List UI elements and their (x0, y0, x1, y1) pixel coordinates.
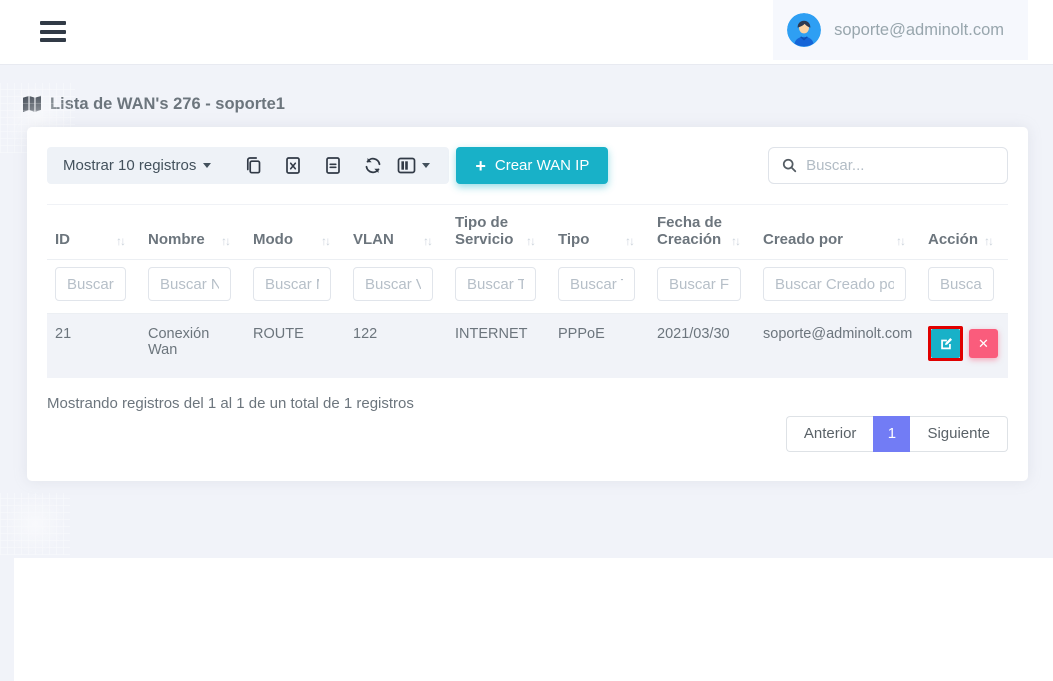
map-icon (22, 94, 42, 114)
left-edge-decoration (0, 558, 14, 681)
filter-input-accion[interactable] (928, 267, 994, 301)
filter-input-tipo[interactable] (558, 267, 635, 301)
chevron-down-icon (203, 163, 211, 168)
page-header: Lista de WAN's 276 - soporte1 (0, 65, 1053, 114)
columns-icon (397, 157, 416, 174)
cell-modo: ROUTE (245, 314, 345, 378)
table-row: 21 Conexión Wan ROUTE 122 INTERNET PPPoE… (47, 314, 1008, 378)
sort-icon[interactable]: ↑↓ (896, 234, 914, 248)
column-header-fecha-creacion[interactable]: Fecha de Creación↑↓ (649, 205, 755, 260)
cell-creado-por: soporte@adminolt.com (755, 314, 920, 378)
global-search (768, 147, 1008, 184)
sort-icon[interactable]: ↑↓ (321, 234, 339, 248)
column-header-nombre[interactable]: Nombre↑↓ (140, 205, 245, 260)
create-wan-ip-label: Crear WAN IP (495, 157, 589, 174)
cell-tipo-servicio: INTERNET (447, 314, 550, 378)
x-icon: ✕ (978, 336, 989, 352)
filter-input-creado-por[interactable] (763, 267, 906, 301)
table-toolbar: Mostrar 10 registros (47, 147, 1008, 184)
sort-icon[interactable]: ↑↓ (625, 234, 643, 248)
topbar: soporte@adminolt.com (0, 0, 1053, 65)
create-wan-ip-button[interactable]: + Crear WAN IP (456, 147, 608, 184)
filter-row (47, 260, 1008, 314)
cell-vlan: 122 (345, 314, 447, 378)
cell-tipo: PPPoE (550, 314, 649, 378)
edit-pencil-icon (939, 337, 953, 351)
column-header-id[interactable]: ID↑↓ (47, 205, 140, 260)
click-highlight-box (928, 326, 963, 361)
file-icon (324, 156, 342, 175)
column-header-accion[interactable]: Acción↑↓ (920, 205, 1008, 260)
background-sparkle-decoration (0, 493, 70, 555)
records-info: Mostrando registros del 1 al 1 de un tot… (47, 395, 414, 412)
search-icon (782, 157, 797, 174)
sort-icon[interactable]: ↑↓ (984, 234, 1002, 248)
column-header-tipo-servicio[interactable]: Tipo de Servicio↑↓ (447, 205, 550, 260)
header-row: ID↑↓ Nombre↑↓ Modo↑↓ VLAN↑↓ Tipo de Serv… (47, 205, 1008, 260)
pagination-prev-button[interactable]: Anterior (786, 416, 874, 452)
page-title: Lista de WAN's 276 - soporte1 (50, 95, 285, 114)
pagination: Anterior 1 Siguiente (786, 416, 1008, 452)
plus-icon: + (475, 157, 486, 175)
edit-button[interactable] (931, 329, 960, 358)
cell-actions: ✕ (920, 314, 1008, 378)
copy-button[interactable] (233, 156, 273, 175)
toolbar-button-group: Mostrar 10 registros (47, 147, 449, 184)
column-header-tipo[interactable]: Tipo↑↓ (550, 205, 649, 260)
refresh-icon (363, 156, 383, 175)
cell-nombre: Conexión Wan (140, 314, 245, 378)
chevron-down-icon (422, 163, 430, 168)
wan-list-card: Mostrar 10 registros (27, 127, 1028, 481)
cell-id: 21 (47, 314, 140, 378)
content-area: Lista de WAN's 276 - soporte1 Mostrar 10… (0, 65, 1053, 558)
table-footer: Mostrando registros del 1 al 1 de un tot… (47, 378, 1008, 452)
sort-icon[interactable]: ↑↓ (221, 234, 239, 248)
filter-input-fecha[interactable] (657, 267, 741, 301)
column-header-creado-por[interactable]: Creado por↑↓ (755, 205, 920, 260)
filter-input-modo[interactable] (253, 267, 331, 301)
menu-hamburger-icon[interactable] (40, 21, 66, 43)
user-email: soporte@adminolt.com (834, 21, 1004, 40)
length-menu-dropdown[interactable]: Mostrar 10 registros (63, 157, 211, 174)
column-header-modo[interactable]: Modo↑↓ (245, 205, 345, 260)
filter-input-nombre[interactable] (148, 267, 231, 301)
copy-icon (244, 156, 263, 175)
excel-export-button[interactable] (273, 156, 313, 175)
user-menu[interactable]: soporte@adminolt.com (773, 0, 1028, 60)
sort-icon[interactable]: ↑↓ (731, 234, 749, 248)
filter-input-tipo-servicio[interactable] (455, 267, 536, 301)
reload-button[interactable] (353, 156, 393, 175)
column-visibility-button[interactable] (393, 157, 433, 174)
filter-input-id[interactable] (55, 267, 126, 301)
wan-table: ID↑↓ Nombre↑↓ Modo↑↓ VLAN↑↓ Tipo de Serv… (47, 204, 1008, 378)
sort-icon[interactable]: ↑↓ (526, 234, 544, 248)
search-input[interactable] (806, 157, 994, 174)
excel-icon (284, 156, 302, 175)
length-menu-label: Mostrar 10 registros (63, 157, 196, 174)
cell-fecha-creacion: 2021/03/30 (649, 314, 755, 378)
pagination-next-button[interactable]: Siguiente (910, 416, 1008, 452)
pagination-page-1-button[interactable]: 1 (873, 416, 910, 452)
delete-button[interactable]: ✕ (969, 329, 998, 358)
filter-input-vlan[interactable] (353, 267, 433, 301)
file-export-button[interactable] (313, 156, 353, 175)
sort-icon[interactable]: ↑↓ (116, 234, 134, 248)
sort-icon[interactable]: ↑↓ (423, 234, 441, 248)
column-header-vlan[interactable]: VLAN↑↓ (345, 205, 447, 260)
user-avatar (787, 13, 821, 47)
